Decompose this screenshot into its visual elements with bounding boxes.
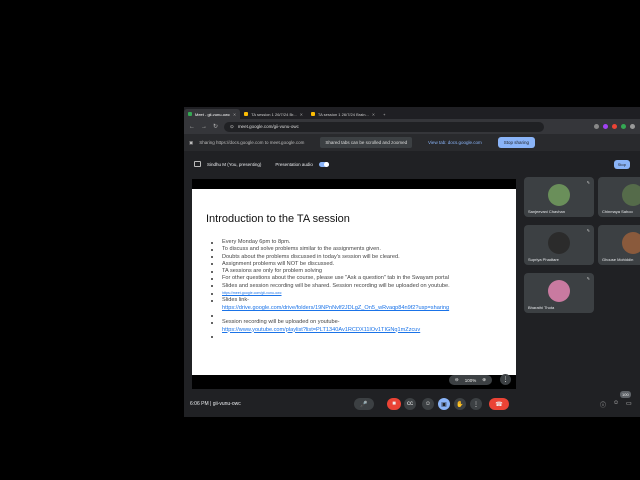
tab-slides-2[interactable]: TA session 1 26/7/24 Brain... ✕ [307, 109, 379, 119]
meet-link[interactable]: https://meet.google.com/gii-vunu-owc [222, 291, 282, 295]
avatar [622, 232, 640, 254]
bullet: To discuss and solve problems similar to… [211, 246, 502, 253]
bullet: TA sessions are only for problem solving [211, 268, 502, 275]
avatar [548, 232, 570, 254]
forward-icon[interactable]: → [201, 124, 207, 130]
avatar [548, 280, 570, 302]
emoji-icon: ☺ [424, 401, 432, 407]
more-options-icon[interactable]: ⋮ [500, 374, 511, 385]
people-icon[interactable]: ☺ [613, 400, 619, 406]
stop-presenting-button[interactable]: Stop [613, 159, 630, 169]
view-tab-button[interactable]: View tab: docs.google.com [424, 137, 486, 148]
bullet-cont: https://drive.google.com/drive/folders/1… [222, 305, 502, 312]
mic-button[interactable]: 🎤 [354, 398, 374, 410]
close-icon[interactable]: ✕ [372, 112, 375, 117]
bullet: For other questions about the course, pl… [211, 275, 502, 282]
back-icon[interactable]: ← [189, 124, 195, 130]
slide-title: Introduction to the TA session [206, 213, 350, 225]
new-tab-button[interactable]: + [379, 109, 389, 119]
bullet: Slides and session recording will be sha… [211, 283, 502, 290]
camera-off-icon: ■ [392, 401, 396, 407]
captions-icon: cc [407, 401, 413, 407]
close-icon[interactable]: ✕ [233, 112, 236, 117]
meeting-controls-bar: 6:06 PM | gii-vunu-owc 🎤 ■ cc ☺ ▣ ✋ ⋮ ☎ … [184, 393, 640, 415]
participant-tile[interactable]: Chinmaya Sahoo [598, 177, 640, 217]
bullet-empty [211, 312, 502, 319]
bullet-empty [211, 334, 502, 341]
presentation-audio-toggle[interactable] [318, 161, 329, 167]
mic-off-icon: ✎ [586, 228, 590, 233]
captions-button[interactable]: cc [404, 398, 416, 410]
reload-icon[interactable]: ↻ [213, 123, 218, 130]
participant-tile[interactable]: ✎ Bharathi Thota [524, 273, 594, 313]
present-button[interactable]: ▣ [438, 398, 450, 410]
bullet-cont: https://www.youtube.com/playlist?list=PL… [222, 327, 502, 334]
present-icon [194, 161, 201, 167]
hangup-icon: ☎ [495, 401, 503, 408]
bullet: Session recording will be uploaded on yo… [211, 319, 502, 326]
tab-slides-1[interactable]: TA session 1 26/7/24 Br... ✕ [240, 109, 307, 119]
profile-icon[interactable] [621, 124, 626, 129]
bullet: Assignment problems will NOT be discusse… [211, 261, 502, 268]
hand-icon: ✋ [456, 401, 464, 408]
extensions [594, 124, 635, 129]
present-icon: ▣ [441, 401, 447, 408]
avatar [622, 184, 640, 206]
close-icon[interactable]: ✕ [300, 112, 303, 117]
participant-tile[interactable]: ✎ Supriya Phadtare [524, 225, 594, 265]
site-info-icon: ⊙ [230, 123, 234, 129]
participant-tile[interactable]: Ghouse Mohiddin [598, 225, 640, 265]
info-icon[interactable]: ⓘ [600, 400, 606, 409]
zoom-out-icon[interactable]: ⊖ [455, 377, 459, 383]
tab-strip: Meet - gii-vunu-owc ✕ TA session 1 26/7/… [184, 107, 640, 119]
more-options-button[interactable]: ⋮ [470, 398, 482, 410]
menu-icon[interactable] [630, 124, 635, 129]
presentation-area: Introduction to the TA session Every Mon… [192, 179, 516, 389]
extension-icon[interactable] [594, 124, 599, 129]
extension-icon[interactable] [612, 124, 617, 129]
bullet: Doubts about the problems discussed in t… [211, 254, 502, 261]
slides-icon [310, 112, 315, 116]
avatar [548, 184, 570, 206]
slides-link[interactable]: https://drive.google.com/drive/folders/1… [222, 305, 449, 311]
chat-icon[interactable]: ▭ [626, 400, 632, 407]
participant-count-badge: 100 [620, 391, 631, 398]
plus-icon: + [383, 111, 386, 117]
url-input[interactable]: ⊙ meet.google.com/gii-vunu-owc [224, 121, 545, 132]
tab-meet[interactable]: Meet - gii-vunu-owc ✕ [184, 109, 241, 119]
stop-sharing-button[interactable]: Stop sharing [497, 137, 535, 148]
mic-off-icon: ✎ [586, 276, 590, 281]
camera-button[interactable]: ■ [387, 398, 401, 410]
raise-hand-button[interactable]: ✋ [454, 398, 466, 410]
presentation-bar: Sindhu M (You, presenting) Presentation … [184, 157, 640, 171]
mic-off-icon: ✎ [586, 180, 590, 185]
mic-icon: 🎤 [360, 401, 368, 408]
participant-tile[interactable]: ✎ Sanjeevani Chavhan [524, 177, 594, 217]
screen-share-icon: ▣ [189, 139, 194, 145]
bullet: Slides link- [211, 297, 502, 304]
slides-icon [244, 112, 249, 116]
extension-icon[interactable] [603, 124, 608, 129]
browser-window: Meet - gii-vunu-owc ✕ TA session 1 26/7/… [184, 107, 640, 417]
scroll-zoom-button[interactable]: Shared tabs can be scrolled and zoomed [320, 137, 413, 148]
bullet: https://meet.google.com/gii-vunu-owc [211, 290, 502, 297]
more-vert-icon: ⋮ [473, 401, 479, 408]
youtube-link[interactable]: https://www.youtube.com/playlist?list=PL… [222, 327, 420, 333]
meet-icon [188, 112, 192, 116]
bullet: Every Monday 6pm to 8pm. [211, 239, 502, 246]
address-bar-row: ← → ↻ ⊙ meet.google.com/gii-vunu-owc [184, 119, 640, 134]
slide-bullets: Every Monday 6pm to 8pm. To discuss and … [206, 239, 502, 341]
zoom-control: ⊖ 100% ⊕ [448, 375, 492, 385]
leave-call-button[interactable]: ☎ [489, 398, 509, 410]
reactions-button[interactable]: ☺ [422, 398, 434, 410]
sharing-bar: ▣ Sharing https://docs.google.com to mee… [184, 134, 640, 151]
zoom-in-icon[interactable]: ⊕ [482, 377, 486, 383]
shared-slide: Introduction to the TA session Every Mon… [192, 189, 516, 375]
meeting-clock: 6:06 PM | gii-vunu-owc [190, 401, 241, 407]
